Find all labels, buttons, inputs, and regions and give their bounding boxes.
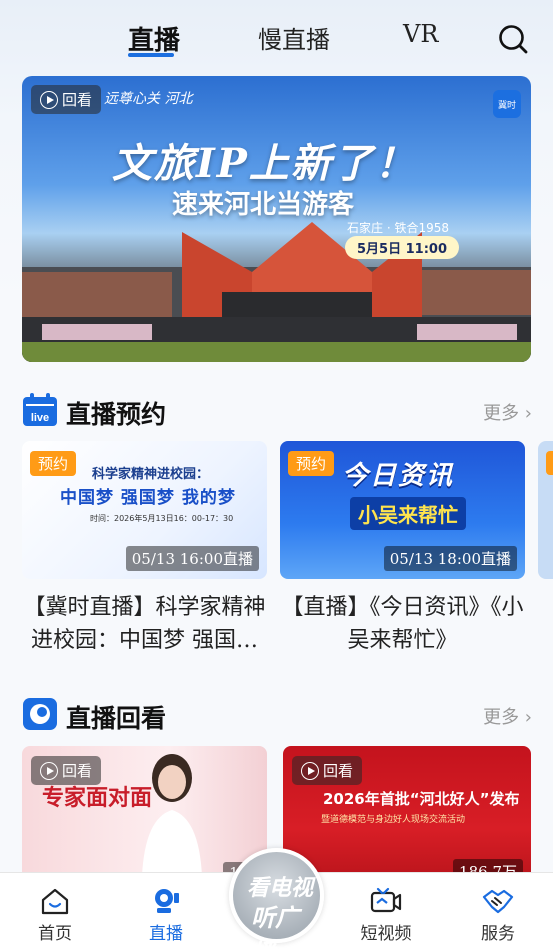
poster-line: 时间：2026年5月13日16：00-17：30 — [90, 514, 234, 523]
card-title: 【冀时直播】科学家精神进校园：中国梦 强国梦 我的梦 — [23, 595, 266, 653]
poster-line: 中国梦 强国梦 我的梦 — [60, 488, 236, 508]
broadcast-time: 05/13 18:00直播 — [383, 546, 517, 571]
hero-logo-text: 远尊心关 河北 — [104, 91, 193, 107]
hero-headline: 文旅IP上新了！ — [112, 140, 417, 187]
service-handshake-icon — [482, 889, 514, 914]
replay-section-header: 直播回看 更多 › — [22, 697, 532, 733]
replay-card[interactable]: 专家面对面 回看 1.0 — [22, 746, 267, 884]
reserve-badge[interactable]: 预约 — [30, 451, 77, 476]
live-camera-icon — [155, 889, 179, 913]
hero-subline: 速来河北当游客 — [172, 190, 355, 220]
reservation-card[interactable]: 今日资讯 小吴来帮忙 预约 05/13 18:00直播 【直播】《今日资讯》《小… — [280, 441, 525, 657]
poster-line: 2026年首批“河北好人”发布 — [323, 790, 520, 808]
replay-badge: 回看 — [31, 85, 102, 114]
replay-section-icon — [23, 698, 57, 730]
reserve-badge[interactable]: 预约 — [288, 451, 335, 476]
reservation-section-header: live 直播预约 更多 › — [22, 393, 532, 429]
search-icon[interactable] — [498, 24, 528, 54]
nav-short-video[interactable]: 短视频 — [351, 887, 421, 944]
top-tab-bar: 直播 慢直播 VR — [0, 0, 553, 70]
nav-home[interactable]: 首页 — [20, 887, 90, 944]
reservation-card[interactable]: 科学家精神进校园： 中国梦 强国梦 我的梦 时间：2026年5月13日16：00… — [22, 441, 267, 657]
tab-live[interactable]: 直播 — [128, 20, 180, 57]
brand-logo: 冀时 — [493, 90, 521, 118]
replay-badge: 回看 — [31, 756, 102, 785]
reservation-thumbnail: 科学家精神进校园： 中国梦 强国梦 我的梦 时间：2026年5月13日16：00… — [22, 441, 267, 579]
tv-radio-center-button[interactable]: 看电视 听广播 — [229, 848, 324, 952]
play-circle-icon — [301, 761, 319, 780]
nav-home-label: 首页 — [38, 924, 72, 944]
svg-text:live: live — [31, 412, 49, 424]
poster-line: 今日资讯 — [342, 461, 455, 491]
hero-banner[interactable]: 回看 远尊心关 河北 冀时 文旅IP上新了！ 速来河北当游客 石家庄 · 铁合1… — [22, 76, 531, 362]
replay-thumbnail: 2026年首批“河北好人”发布 暨道德模范与身边好人现场交流活动 回看 186.… — [283, 746, 531, 884]
short-video-icon — [370, 887, 402, 913]
home-icon — [41, 888, 69, 915]
nav-live-label: 直播 — [149, 924, 183, 944]
nav-service[interactable]: 服务 — [463, 887, 533, 944]
hero-location: 石家庄 · 铁合1958 — [347, 221, 449, 235]
center-button-line2: 听广播 — [251, 904, 299, 952]
building-illustration — [22, 222, 531, 362]
replay-more-link[interactable]: 更多 › — [483, 703, 532, 729]
active-tab-indicator — [128, 53, 174, 57]
reservation-more-link[interactable]: 更多 › — [483, 399, 532, 425]
nav-short-video-label: 短视频 — [360, 924, 412, 944]
poster-line: 暨道德模范与身边好人现场交流活动 — [321, 815, 466, 825]
replay-label: 回看 — [62, 91, 93, 109]
live-calendar-icon: live — [23, 393, 57, 426]
reservation-title: 直播预约 — [66, 400, 167, 429]
replay-title: 直播回看 — [66, 704, 167, 733]
replay-badge: 回看 — [292, 756, 363, 785]
play-circle-icon — [40, 761, 58, 780]
reservation-thumbnail: 今日资讯 小吴来帮忙 预约 05/13 18:00直播 — [280, 441, 525, 579]
hero-date: 5月5日 11:00 — [345, 236, 459, 259]
poster-line: 小吴来帮忙 — [350, 497, 466, 530]
next-card-peek[interactable] — [538, 441, 553, 579]
nav-service-label: 服务 — [481, 924, 515, 944]
speaker-portrait — [142, 754, 202, 876]
tab-slow-live[interactable]: 慢直播 — [258, 20, 330, 55]
broadcast-time: 05/13 16:00直播 — [125, 546, 259, 571]
play-circle-icon — [40, 90, 58, 109]
poster-line: 科学家精神进校园： — [92, 467, 210, 482]
replay-card[interactable]: 2026年首批“河北好人”发布 暨道德模范与身边好人现场交流活动 回看 186.… — [283, 746, 531, 884]
replay-thumbnail: 专家面对面 回看 1.0 — [22, 746, 267, 884]
tab-vr[interactable]: VR — [403, 20, 438, 48]
card-title: 【直播】《今日资讯》《小吴来帮忙》 — [281, 595, 524, 653]
nav-live[interactable]: 直播 — [131, 887, 201, 944]
